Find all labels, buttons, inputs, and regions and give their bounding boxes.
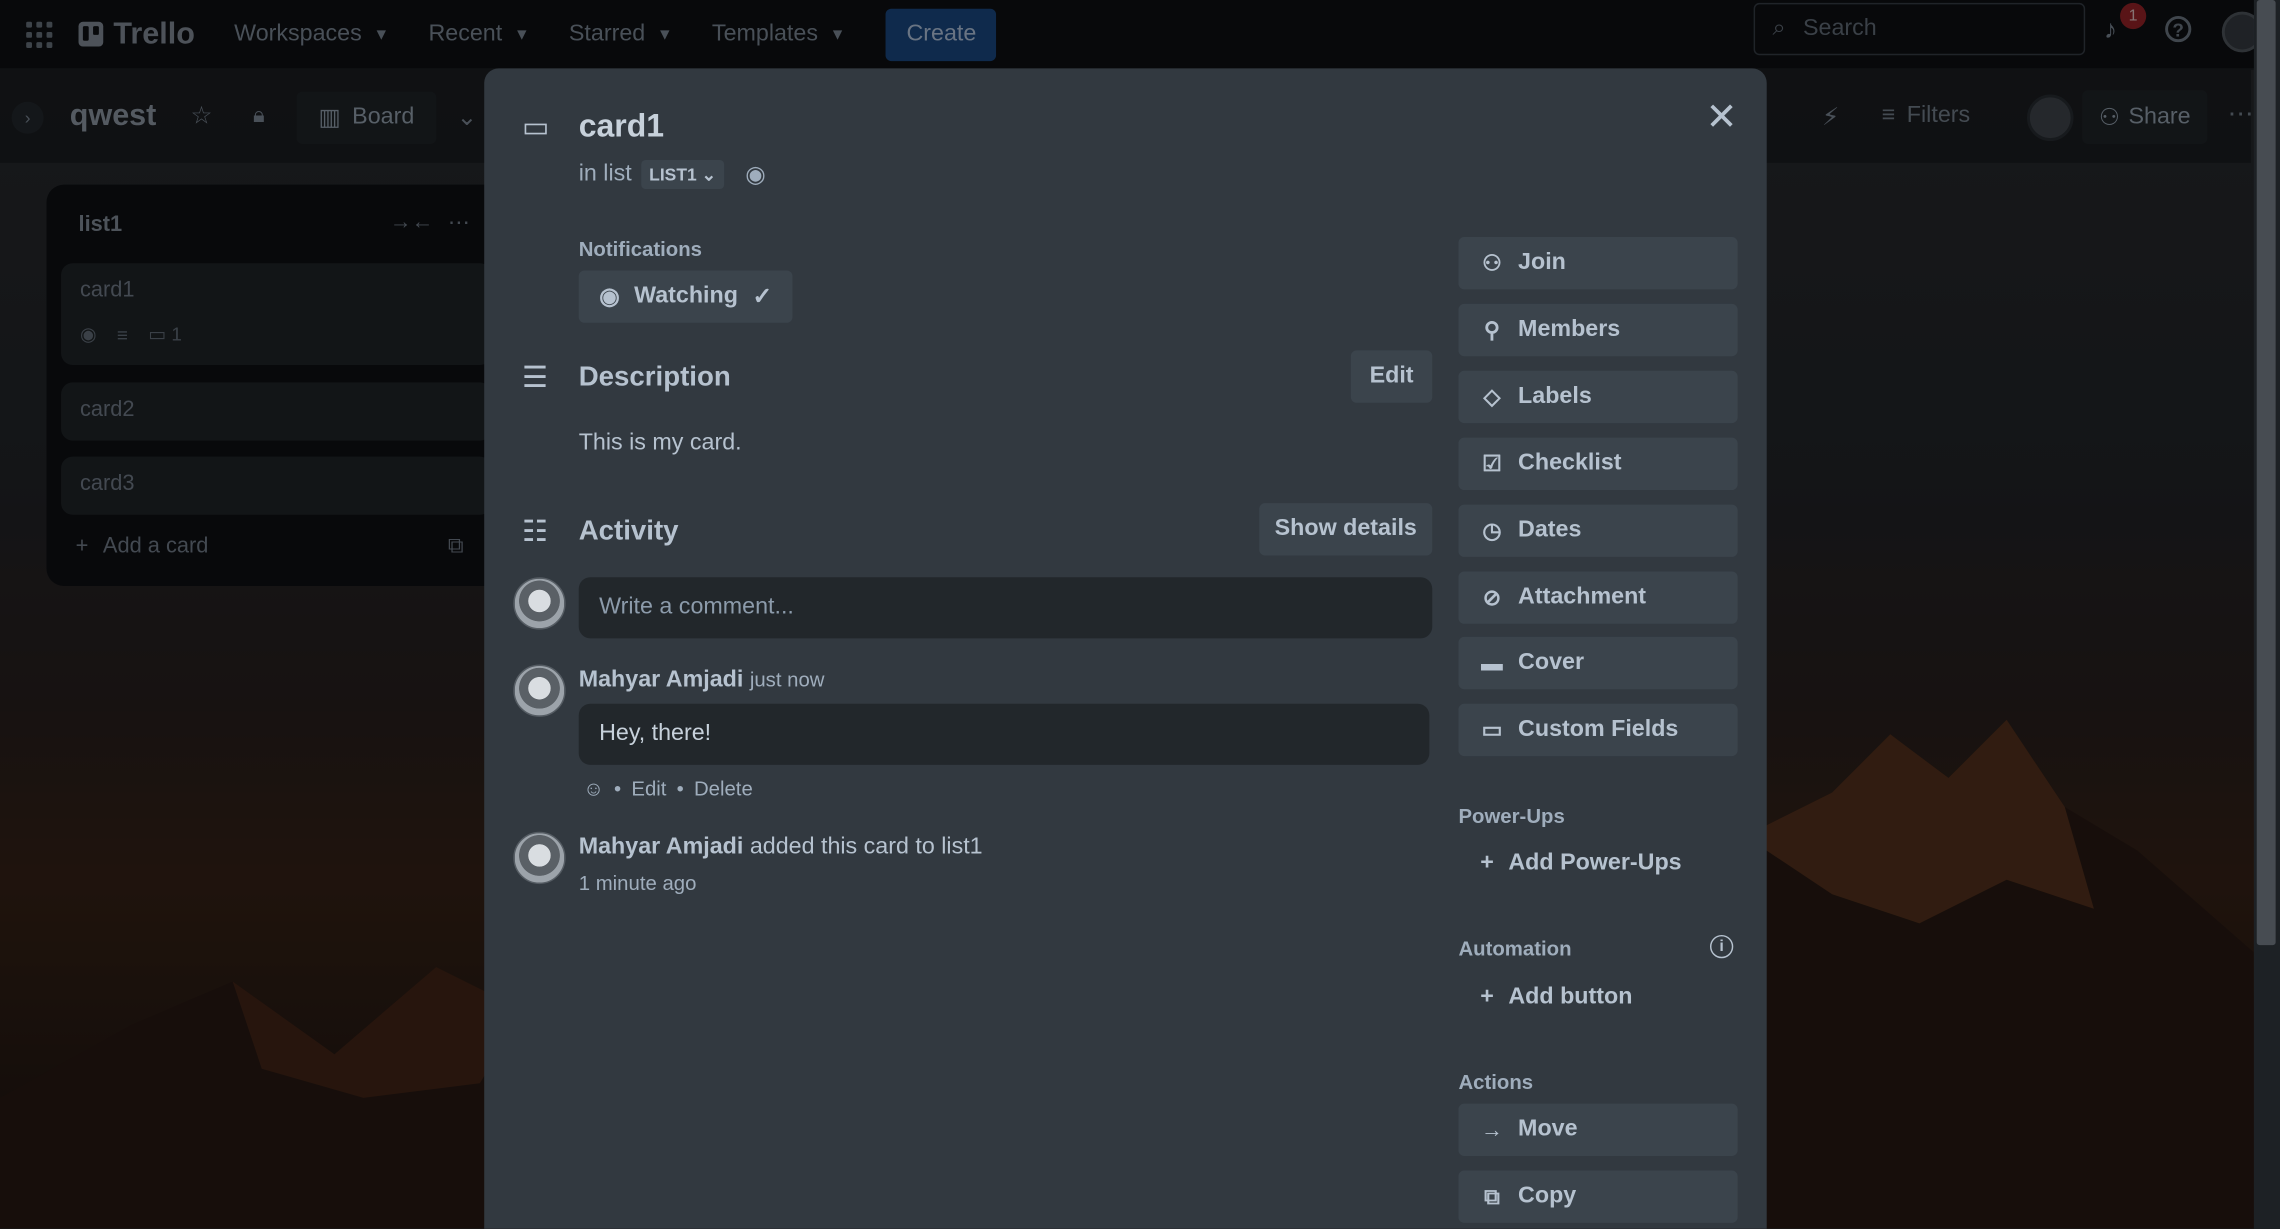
check-icon: ✓ <box>752 285 772 310</box>
watch-button[interactable]: ◉ Watching ✓ <box>578 270 793 323</box>
add-person-icon: ⚇ <box>1482 251 1502 277</box>
list-selector-label: LIST1 <box>649 164 697 185</box>
checklist-button[interactable]: ☑ Checklist <box>1458 437 1738 491</box>
edit-comment-link[interactable]: Edit <box>631 776 666 799</box>
members-button[interactable]: ⚲ Members <box>1458 303 1738 357</box>
checklist-label: Checklist <box>1518 450 1622 476</box>
add-powerups-button[interactable]: + Add Power-Ups <box>1458 838 1681 890</box>
add-button-label: Add button <box>1508 984 1633 1010</box>
delete-comment-link[interactable]: Delete <box>694 776 753 799</box>
plus-icon: + <box>1480 850 1494 876</box>
checkbox-icon: ☑ <box>1482 452 1502 477</box>
comment-author[interactable]: Mahyar Amjadi <box>579 667 744 692</box>
activity-title: Activity <box>578 516 679 547</box>
chevron-down-icon: ⌄ <box>701 164 717 185</box>
card-list-location: in list LIST1 ⌄ ◉ <box>578 159 766 190</box>
add-reaction-icon[interactable]: ☺ <box>583 776 604 799</box>
current-user-avatar[interactable] <box>513 577 566 630</box>
cover-button[interactable]: ▬ Cover <box>1458 636 1738 690</box>
move-label: Move <box>1518 1116 1578 1142</box>
edit-description-button[interactable]: Edit <box>1350 350 1433 403</box>
labels-label: Labels <box>1518 383 1592 409</box>
cover-label: Cover <box>1518 649 1585 675</box>
notifications-label: Notifications <box>578 237 703 261</box>
separator-dot: • <box>676 776 684 800</box>
info-icon[interactable]: i <box>1710 934 1734 959</box>
comment-body: Hey, there! <box>578 703 1430 765</box>
comment-actions: ☺ • Edit • Delete <box>583 776 753 799</box>
attachment-button[interactable]: ⊘ Attachment <box>1458 571 1738 624</box>
comment-header: Mahyar Amjadi just now <box>579 667 825 693</box>
join-button[interactable]: ⚇ Join <box>1458 237 1738 290</box>
activity-author-avatar[interactable] <box>513 831 566 885</box>
activity-author[interactable]: Mahyar Amjadi <box>579 835 744 860</box>
plus-icon: + <box>1480 984 1494 1010</box>
card-icon: ▭ <box>522 111 550 144</box>
comment-text: Hey, there! <box>599 721 712 746</box>
copy-label: Copy <box>1518 1183 1577 1209</box>
actions-label: Actions <box>1458 1070 1534 1094</box>
activity-timestamp[interactable]: 1 minute ago <box>579 871 697 894</box>
paperclip-icon: ⊘ <box>1482 585 1502 611</box>
card-detail-modal: ▭ card1 ✕ in list LIST1 ⌄ ◉ Notification… <box>484 68 1767 1229</box>
custom-fields-button[interactable]: ▭ Custom Fields <box>1458 703 1738 757</box>
fields-icon: ▭ <box>1481 718 1503 744</box>
person-icon: ⚲ <box>1483 318 1500 344</box>
custom-fields-label: Custom Fields <box>1518 716 1679 742</box>
attachment-label: Attachment <box>1518 584 1647 610</box>
close-icon[interactable]: ✕ <box>1706 97 1738 135</box>
activity-text: added this card to list1 <box>749 834 983 860</box>
copy-button[interactable]: ⧉ Copy <box>1458 1170 1738 1223</box>
in-list-prefix: in list <box>578 161 632 187</box>
separator-dot: • <box>614 776 622 800</box>
copy-icon: ⧉ <box>1484 1184 1500 1210</box>
activity-icon: ☷ <box>522 516 549 549</box>
add-button-button[interactable]: + Add button <box>1458 971 1632 1023</box>
clock-icon: ◷ <box>1482 519 1502 544</box>
activity-entry: Mahyar Amjadi added this card to list1 <box>579 835 983 861</box>
description-icon: ☰ <box>522 362 549 395</box>
dates-label: Dates <box>1518 517 1582 543</box>
members-label: Members <box>1518 316 1621 342</box>
add-powerups-label: Add Power-Ups <box>1508 850 1682 876</box>
labels-button[interactable]: ◇ Labels <box>1458 370 1738 424</box>
description-text[interactable]: This is my card. <box>579 430 742 456</box>
comment-author-avatar[interactable] <box>513 664 566 717</box>
watching-label: Watching <box>634 283 738 309</box>
scrollbar-thumb[interactable] <box>2256 0 2276 946</box>
automation-label: Automation <box>1458 936 1572 960</box>
show-details-button[interactable]: Show details <box>1259 503 1433 556</box>
comment-timestamp[interactable]: just now <box>750 667 825 690</box>
arrow-right-icon: → <box>1480 1117 1503 1143</box>
list-selector[interactable]: LIST1 ⌄ <box>641 159 724 190</box>
move-button[interactable]: → Move <box>1458 1103 1738 1156</box>
description-title: Description <box>578 362 731 393</box>
comment-input[interactable] <box>578 577 1433 639</box>
card-title-heading[interactable]: card1 <box>579 108 664 146</box>
tag-icon: ◇ <box>1483 385 1501 411</box>
watching-eye-icon: ◉ <box>745 162 766 188</box>
cover-icon: ▬ <box>1480 650 1503 676</box>
powerups-label: Power-Ups <box>1458 804 1565 828</box>
dates-button[interactable]: ◷ Dates <box>1458 504 1738 557</box>
eye-icon: ◉ <box>599 285 620 310</box>
join-label: Join <box>1518 250 1566 275</box>
